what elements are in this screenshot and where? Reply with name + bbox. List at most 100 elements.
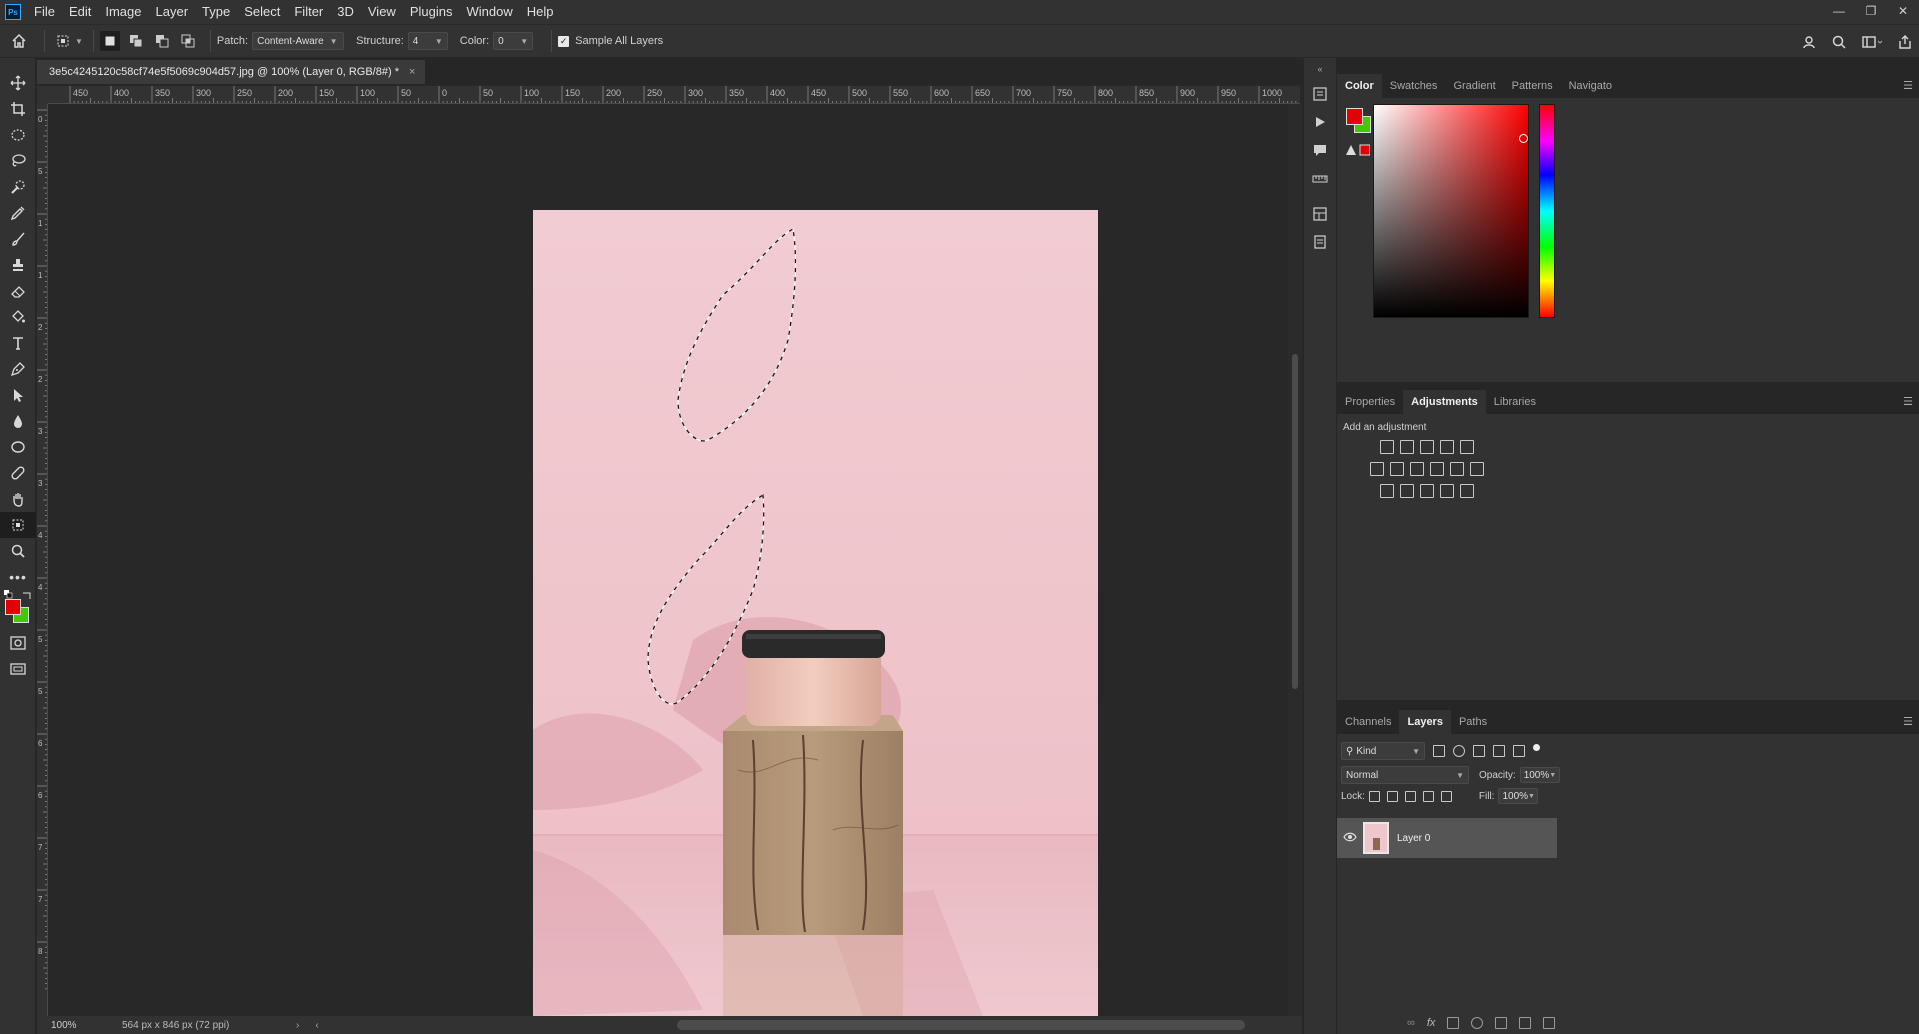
lock-artboard-icon[interactable] [1422,790,1434,802]
color-foreground-swatch[interactable] [1346,108,1363,125]
tab-properties[interactable]: Properties [1337,390,1403,414]
sample-all-layers-checkbox[interactable]: ✓ [558,35,570,47]
edit-toolbar-button[interactable]: ••• [0,564,36,590]
actions-panel-button[interactable] [1304,108,1336,136]
horizontal-ruler[interactable]: 450 400 350 300 250 200 150 100 50 0 50 100 150 200 25… [48,86,1300,104]
export-icon[interactable] [1897,34,1913,50]
patch-mode-select[interactable]: Content-Aware ▼ [252,32,345,50]
layer-kind-select[interactable]: ⚲ Kind ▼ [1341,742,1425,760]
chevron-left-icon[interactable]: ‹ [315,1020,318,1031]
visibility-eye-icon[interactable] [1337,831,1363,845]
quick-selection-tool[interactable] [0,174,36,200]
layer-name[interactable]: Layer 0 [1397,833,1430,844]
canvas-area[interactable] [48,104,1288,1016]
filter-shape-icon[interactable] [1493,745,1505,757]
color-field[interactable] [1373,104,1529,318]
patch-tool[interactable] [0,512,36,538]
pen-tool[interactable] [0,356,36,382]
filter-toggle-icon[interactable] [1533,743,1540,751]
filter-smart-object-icon[interactable] [1513,745,1525,757]
filter-type-icon[interactable] [1473,745,1485,757]
healing-brush-tool[interactable] [0,460,36,486]
invert-icon[interactable] [1380,484,1394,498]
lock-image-icon[interactable] [1386,790,1398,802]
filter-adjustment-icon[interactable] [1453,745,1465,757]
new-selection-button[interactable] [99,31,120,51]
vibrance-icon[interactable] [1460,440,1474,454]
document-tab[interactable]: 3e5c4245120c58cf74e5f5069c904d57.jpg @ 1… [37,60,426,84]
menu-file[interactable]: File [27,0,62,24]
fill-field[interactable]: 100% ▼ [1498,788,1539,804]
gradient-map-icon[interactable] [1460,484,1474,498]
selective-color-icon[interactable] [1440,484,1454,498]
channel-mixer-icon[interactable] [1450,462,1464,476]
posterize-icon[interactable] [1400,484,1414,498]
close-document-icon[interactable]: × [409,66,415,78]
properties-strip-button[interactable] [1304,200,1336,228]
layer-style-icon[interactable]: fx [1427,1017,1436,1029]
workspace-icon[interactable] [1861,34,1883,50]
search-icon[interactable] [1831,34,1847,50]
lock-position-icon[interactable] [1404,790,1416,802]
lock-all-icon[interactable] [1440,790,1452,802]
add-to-selection-button[interactable] [126,31,146,51]
default-colors-icon[interactable] [4,590,13,599]
history-panel-button[interactable] [1304,80,1336,108]
menu-image[interactable]: Image [98,0,148,24]
new-adjustment-layer-icon[interactable] [1471,1017,1484,1029]
brightness-contrast-icon[interactable] [1380,440,1394,454]
elliptical-marquee-tool[interactable] [0,122,36,148]
menu-3d[interactable]: 3D [330,0,361,24]
layer-row[interactable]: Layer 0 [1337,818,1557,858]
document-image[interactable] [533,210,1098,1016]
delete-layer-icon[interactable] [1543,1017,1556,1029]
vertical-scroll-thumb[interactable] [1292,354,1298,689]
panel-menu-icon[interactable]: ☰ [1903,395,1913,408]
blend-mode-select[interactable]: Normal ▼ [1341,766,1469,784]
ellipse-tool[interactable] [0,434,36,460]
menu-plugins[interactable]: Plugins [403,0,460,24]
menu-help[interactable]: Help [520,0,561,24]
new-group-icon[interactable] [1495,1017,1508,1029]
tab-navigator[interactable]: Navigato [1561,74,1620,98]
lasso-tool[interactable] [0,148,36,174]
zoom-level[interactable]: 100% [37,1020,92,1031]
structure-select[interactable]: 4 ▼ [407,32,448,50]
eraser-tool[interactable] [0,278,36,304]
move-tool[interactable] [0,70,36,96]
color-swatches[interactable] [0,590,35,630]
panel-menu-icon[interactable]: ☰ [1903,715,1913,728]
zoom-tool[interactable] [0,538,36,564]
collapse-strip-button[interactable]: « [1304,58,1336,80]
tab-channels[interactable]: Channels [1337,710,1399,734]
type-tool[interactable] [0,330,36,356]
filter-pixel-icon[interactable] [1433,745,1445,757]
vertical-ruler[interactable]: 0 5 1 1 2 2 3 3 4 4 5 5 6 6 7 7 8 [37,104,48,1016]
levels-icon[interactable] [1400,440,1414,454]
color-picker-cursor[interactable] [1519,134,1528,143]
menu-select[interactable]: Select [237,0,287,24]
panel-grip[interactable] [0,58,35,70]
close-window-button[interactable]: ✕ [1887,0,1919,24]
panel-menu-icon[interactable]: ☰ [1903,79,1913,92]
lock-transparent-icon[interactable] [1368,790,1380,802]
paint-bucket-tool[interactable] [0,304,36,330]
quick-mask-button[interactable] [0,630,36,656]
black-white-icon[interactable] [1410,462,1424,476]
notes-strip-button[interactable] [1304,228,1336,256]
minimize-button[interactable]: — [1823,0,1855,24]
restore-button[interactable]: ❐ [1855,0,1887,24]
clone-stamp-tool[interactable] [0,252,36,278]
blur-tool[interactable] [0,408,36,434]
color-balance-icon[interactable] [1390,462,1404,476]
tab-color[interactable]: Color [1337,74,1382,98]
chevron-right-icon[interactable]: › [296,1020,299,1031]
home-button[interactable] [0,33,38,49]
tab-patterns[interactable]: Patterns [1504,74,1561,98]
path-selection-tool[interactable] [0,382,36,408]
add-mask-icon[interactable] [1447,1017,1460,1029]
swap-colors-icon[interactable] [22,590,32,600]
share-user-icon[interactable] [1801,34,1817,50]
tab-layers[interactable]: Layers [1399,710,1451,734]
intersect-selection-button[interactable] [178,31,198,51]
